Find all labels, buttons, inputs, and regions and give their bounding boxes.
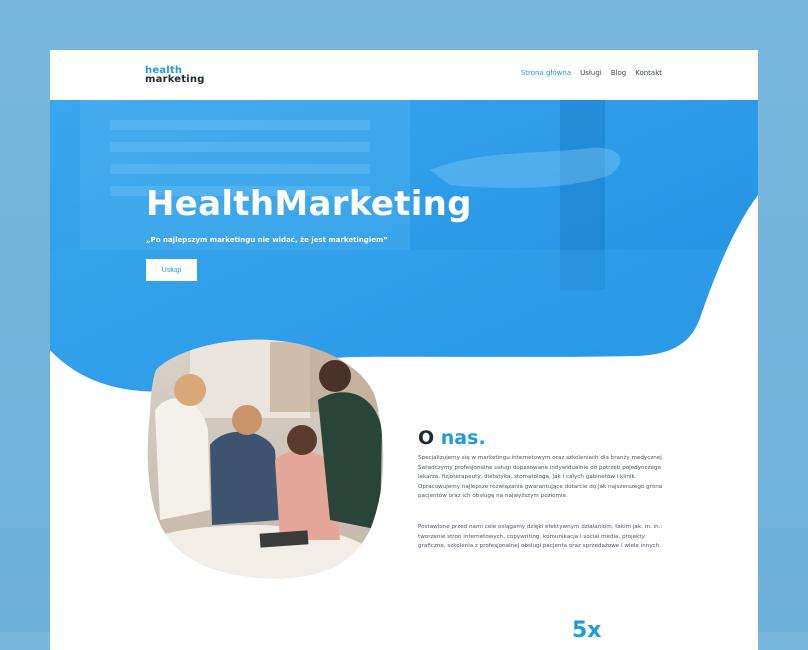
site-header: health marketing Strona główna Usługi Bl… (50, 50, 758, 100)
hero-title: HealthMarketing (146, 184, 472, 224)
hero-quote: „Po najlepszym marketingu nie widać, że … (146, 236, 388, 244)
website-frame: HealthMarketing „Po najlepszym marketing… (50, 50, 758, 650)
nav-item-services[interactable]: Usługi (580, 69, 602, 77)
nav-item-blog[interactable]: Blog (611, 69, 626, 77)
hero-background (50, 100, 758, 579)
nav-item-contact[interactable]: Kontakt (635, 69, 662, 77)
logo[interactable]: health marketing (145, 66, 205, 85)
services-button[interactable]: Usługi (146, 259, 197, 281)
logo-line-marketing: marketing (145, 74, 205, 85)
nav-item-home[interactable]: Strona główna (521, 69, 571, 77)
hero-section: HealthMarketing „Po najlepszym marketing… (50, 50, 758, 650)
main-nav: Strona główna Usługi Blog Kontakt (521, 69, 662, 77)
